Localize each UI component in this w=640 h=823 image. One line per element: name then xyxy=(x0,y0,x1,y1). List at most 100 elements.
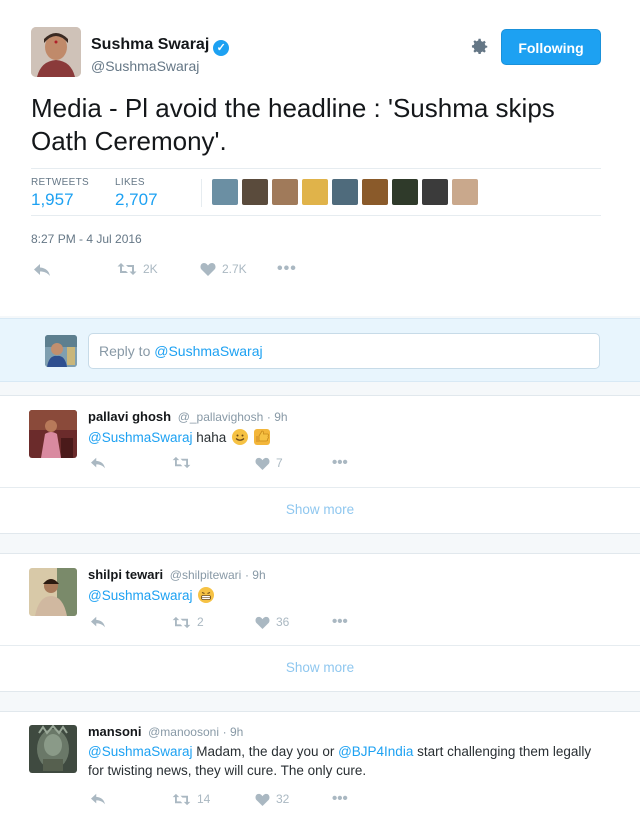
retweets-label: RETWEETS xyxy=(31,177,89,188)
reply-placeholder-prefix: Reply to xyxy=(99,343,155,359)
main-tweet-card: Sushma Swaraj ✓ @SushmaSwaraj Following M… xyxy=(0,0,640,316)
reply-icon xyxy=(91,616,105,628)
liker-avatar[interactable] xyxy=(272,179,298,205)
reply-text: @SushmaSwaraj Madam, the day you or @BJP… xyxy=(88,742,608,780)
reply-compose-area: Reply to @SushmaSwaraj xyxy=(0,318,640,382)
like-action[interactable]: 32 xyxy=(255,792,289,806)
reply-header: pallavi ghosh @_pallavighosh · 9h xyxy=(88,409,288,424)
heart-icon xyxy=(255,616,270,629)
reply-icon xyxy=(91,793,105,805)
reply-icon xyxy=(91,457,105,469)
grin-emoji-icon xyxy=(198,587,215,603)
reply-author-name[interactable]: mansoni xyxy=(88,724,141,739)
reply-header: shilpi tewari @shilpitewari · 9h xyxy=(88,567,266,582)
reply-action[interactable] xyxy=(33,262,51,278)
reply-body: haha xyxy=(192,430,227,445)
like-count: 2.7K xyxy=(222,262,247,276)
likes-stat[interactable]: LIKES 2,707 xyxy=(115,177,158,210)
liker-avatar[interactable] xyxy=(332,179,358,205)
more-icon[interactable]: ••• xyxy=(332,613,348,630)
verified-badge-icon: ✓ xyxy=(213,40,230,56)
show-more-link[interactable]: Show more xyxy=(0,645,640,691)
reply-action[interactable] xyxy=(90,456,106,470)
liker-avatar[interactable] xyxy=(362,179,388,205)
likes-label: LIKES xyxy=(115,177,145,188)
reply-author-handle[interactable]: @manoosoni xyxy=(148,725,219,739)
liker-avatar[interactable] xyxy=(242,179,268,205)
reply-time[interactable]: · 9h xyxy=(267,410,288,424)
mention-link[interactable]: @SushmaSwaraj xyxy=(88,430,193,445)
tweet-stats: RETWEETS 1,957 LIKES 2,707 xyxy=(31,168,601,216)
author-handle[interactable]: @SushmaSwaraj xyxy=(91,58,199,74)
retweet-icon xyxy=(172,616,191,628)
reply-icon xyxy=(34,264,50,276)
like-count: 7 xyxy=(276,456,283,470)
reply-input[interactable]: Reply to @SushmaSwaraj xyxy=(88,333,600,369)
liker-avatar[interactable] xyxy=(302,179,328,205)
likes-count[interactable]: 2,707 xyxy=(115,190,158,210)
current-user-avatar xyxy=(45,335,77,367)
reply-author-name[interactable]: shilpi tewari xyxy=(88,567,163,582)
reply-body-part1: Madam, the day you or xyxy=(192,744,339,759)
like-count: 36 xyxy=(276,615,290,629)
retweet-action[interactable]: 2K xyxy=(117,262,158,276)
retweet-icon xyxy=(172,793,191,805)
reply-time[interactable]: · 9h xyxy=(223,725,244,739)
heart-icon xyxy=(200,263,216,276)
retweet-count: 14 xyxy=(197,792,211,806)
mention-link[interactable]: @SushmaSwaraj xyxy=(88,588,193,603)
reply-tweet[interactable]: pallavi ghosh @_pallavighosh · 9h @Sushm… xyxy=(0,395,640,534)
mention-link[interactable]: @SushmaSwaraj xyxy=(88,744,193,759)
reply-tweet[interactable]: shilpi tewari @shilpitewari · 9h @Sushma… xyxy=(0,553,640,692)
like-action[interactable]: 7 xyxy=(255,456,283,470)
retweet-icon xyxy=(117,263,137,275)
retweet-action[interactable]: 2 xyxy=(172,615,204,629)
reply-text: @SushmaSwaraj haha xyxy=(88,428,608,447)
liker-avatars xyxy=(212,179,478,205)
tweet-text: Media - Pl avoid the headline : 'Sushma … xyxy=(31,93,555,156)
retweet-action[interactable]: 14 xyxy=(172,792,210,806)
reply-header: mansoni @manoosoni · 9h xyxy=(88,724,243,739)
liker-avatar[interactable] xyxy=(422,179,448,205)
reply-time[interactable]: · 9h xyxy=(245,568,266,582)
retweet-action[interactable] xyxy=(172,456,197,469)
author-name-text[interactable]: Sushma Swaraj xyxy=(91,36,209,53)
reply-text: @SushmaSwaraj xyxy=(88,586,608,605)
reply-placeholder-handle: @SushmaSwaraj xyxy=(154,343,263,359)
heart-icon xyxy=(255,793,270,806)
more-icon[interactable]: ••• xyxy=(332,790,348,807)
like-action[interactable]: 2.7K xyxy=(200,262,247,276)
heart-icon xyxy=(255,457,270,470)
more-icon[interactable]: ••• xyxy=(332,454,348,471)
reply-author-avatar[interactable] xyxy=(29,568,77,616)
retweet-count: 2 xyxy=(197,615,204,629)
reply-author-name[interactable]: pallavi ghosh xyxy=(88,409,171,424)
reply-action[interactable] xyxy=(90,792,106,806)
reply-author-avatar[interactable] xyxy=(29,410,77,458)
gear-icon[interactable] xyxy=(468,36,490,58)
thumbs-up-emoji-icon xyxy=(253,429,270,445)
smile-emoji-icon xyxy=(232,429,249,445)
reply-author-handle[interactable]: @shilpitewari xyxy=(170,568,242,582)
retweets-stat[interactable]: RETWEETS 1,957 xyxy=(31,177,89,210)
retweet-icon xyxy=(172,456,191,469)
reply-author-avatar[interactable] xyxy=(29,725,77,773)
tweet-timestamp[interactable]: 8:27 PM - 4 Jul 2016 xyxy=(31,232,142,246)
liker-avatar[interactable] xyxy=(452,179,478,205)
stats-divider xyxy=(201,179,202,207)
like-action[interactable]: 36 xyxy=(255,615,289,629)
liker-avatar[interactable] xyxy=(212,179,238,205)
more-icon[interactable]: ••• xyxy=(277,260,297,278)
following-button[interactable]: Following xyxy=(501,29,601,65)
retweet-count: 2K xyxy=(143,262,158,276)
liker-avatar[interactable] xyxy=(392,179,418,205)
like-count: 32 xyxy=(276,792,290,806)
retweets-count[interactable]: 1,957 xyxy=(31,190,89,210)
author-name[interactable]: Sushma Swaraj ✓ xyxy=(91,36,230,56)
mention-link-bjp[interactable]: @BJP4India xyxy=(338,744,413,759)
show-more-link[interactable]: Show more xyxy=(0,487,640,533)
reply-action[interactable] xyxy=(90,615,106,629)
author-avatar[interactable] xyxy=(31,27,81,77)
reply-author-handle[interactable]: @_pallavighosh xyxy=(178,410,264,424)
reply-tweet[interactable]: mansoni @manoosoni · 9h @SushmaSwaraj Ma… xyxy=(0,711,640,823)
